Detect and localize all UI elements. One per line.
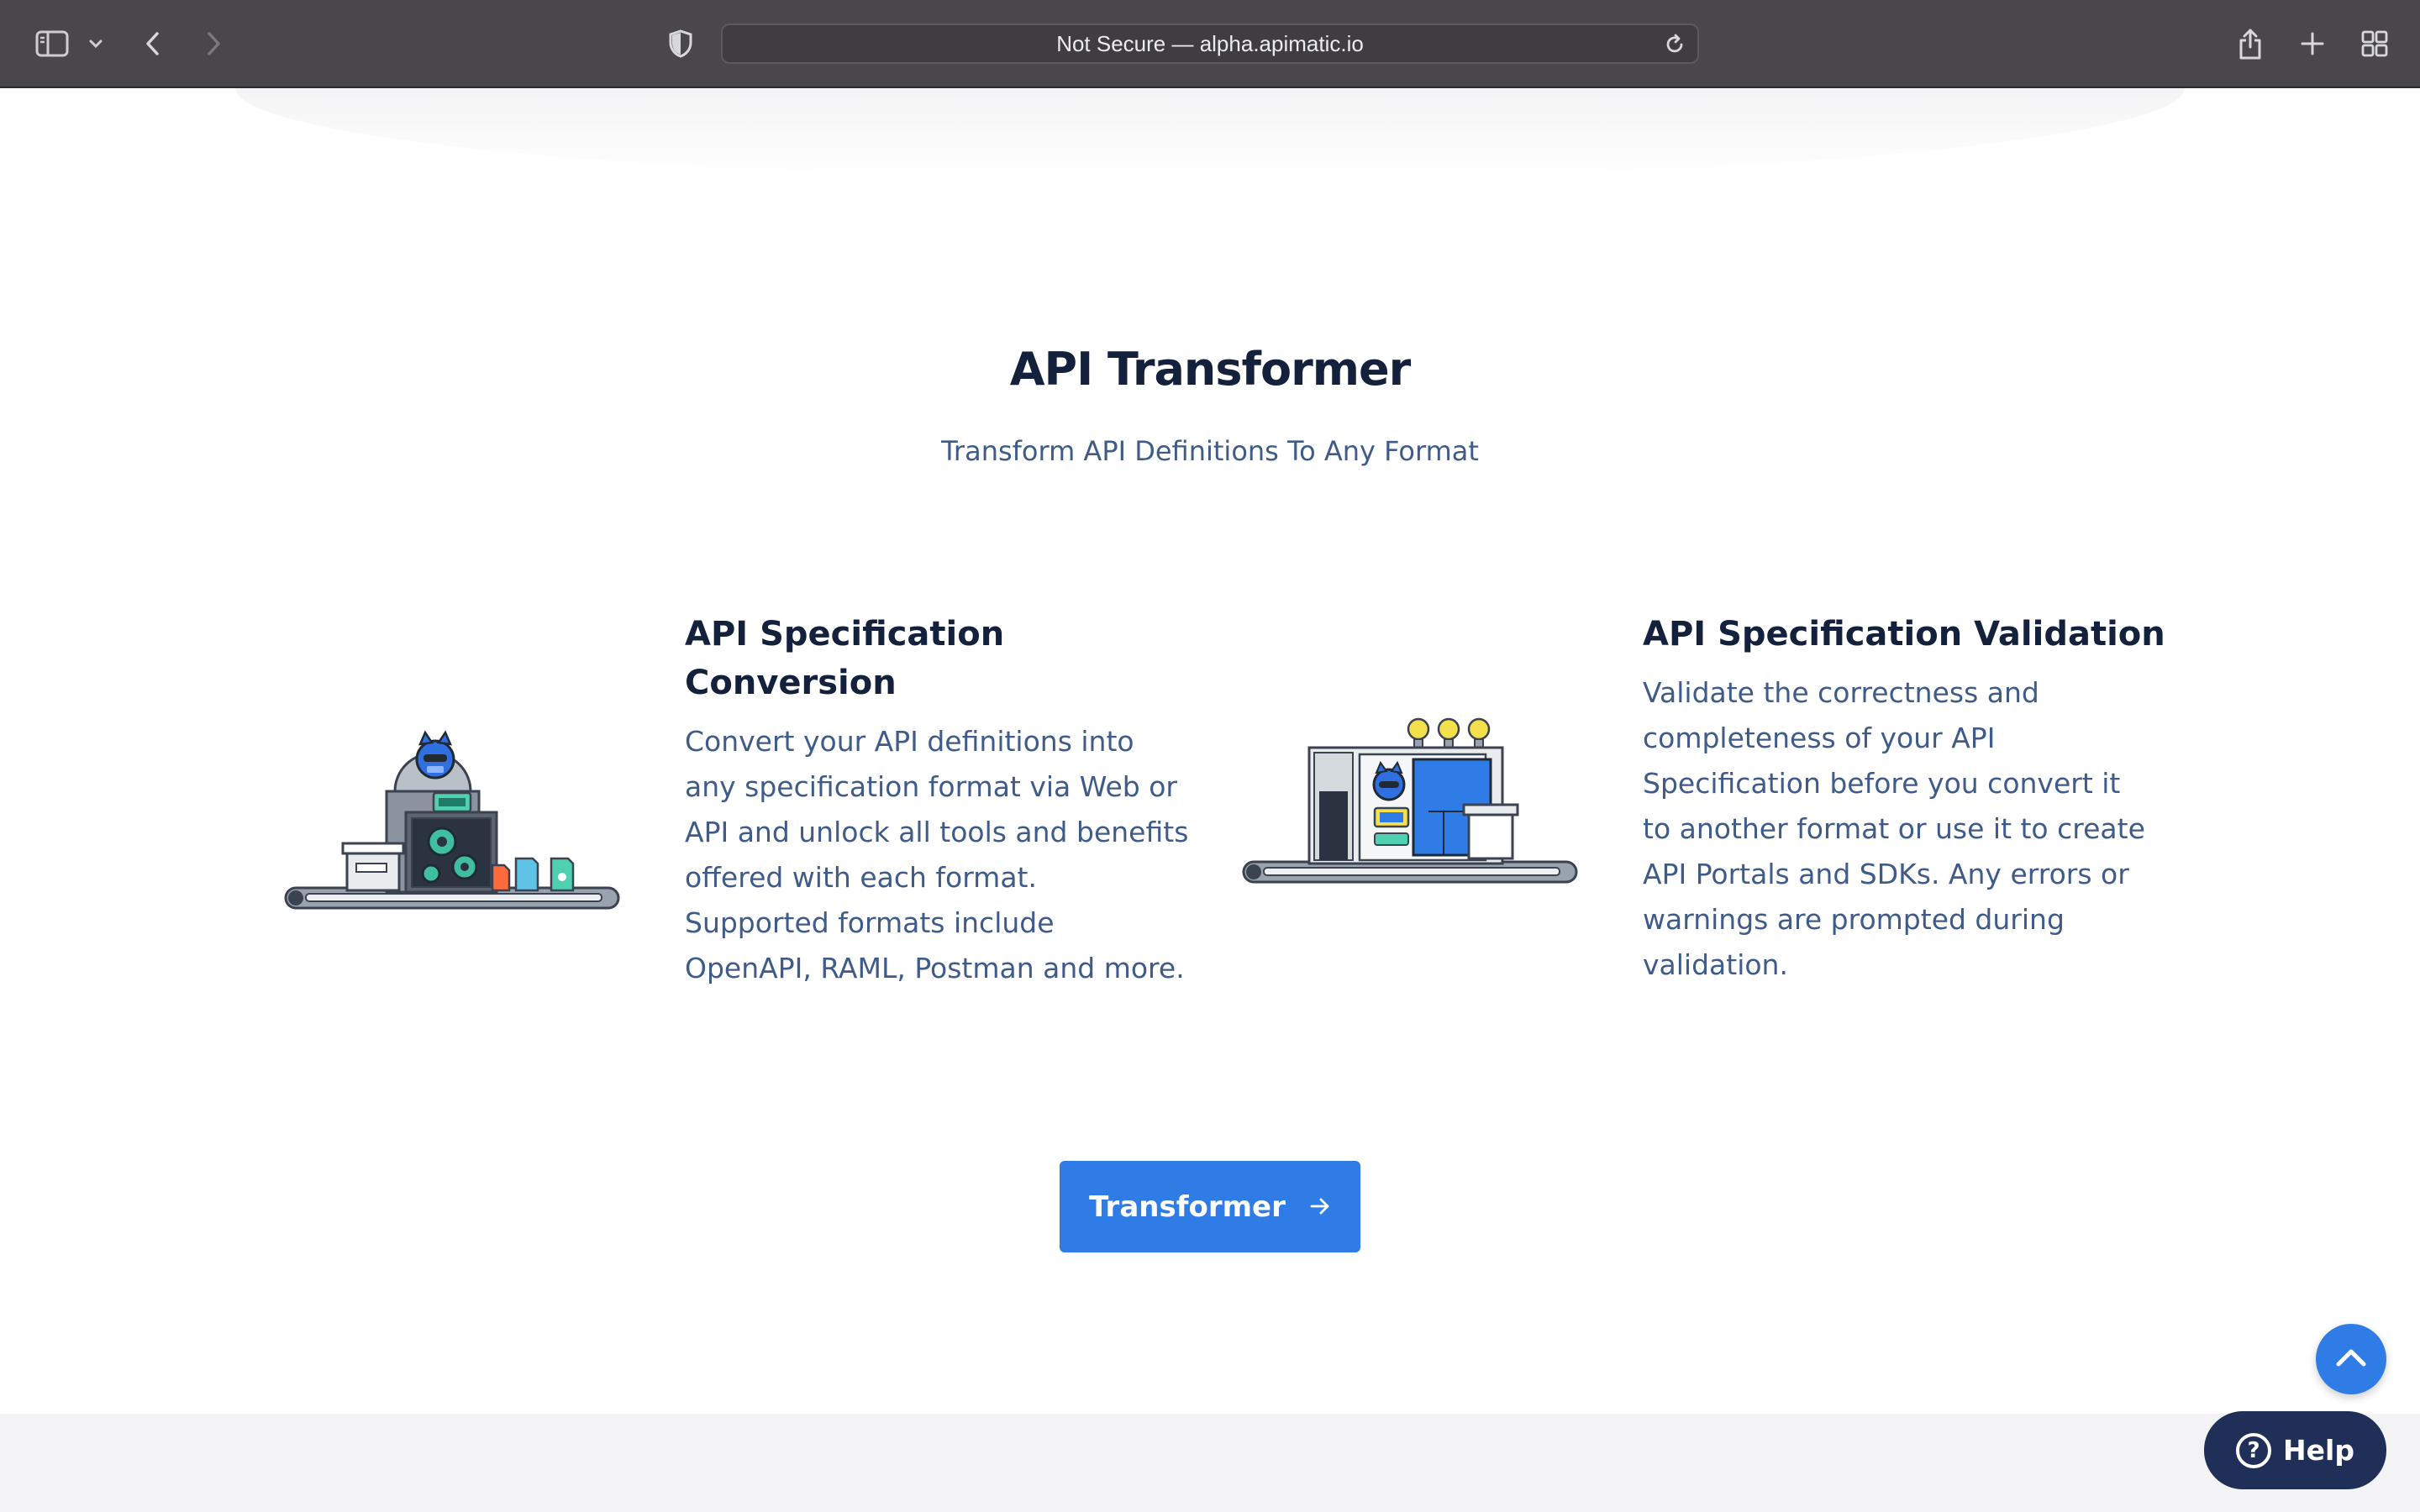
tab-grid-icon[interactable] (2358, 25, 2391, 62)
header-shadow (235, 88, 2185, 181)
transformer-button-label: Transformer (1089, 1189, 1286, 1224)
page-title: API Transformer (1009, 343, 1412, 396)
scroll-to-top-button[interactable] (2316, 1324, 2386, 1394)
address-text: Not Secure — alpha.apimatic.io (1056, 30, 1364, 56)
reload-icon[interactable] (1664, 34, 1686, 61)
transformer-button[interactable]: Transformer (1060, 1161, 1360, 1252)
forward-icon[interactable] (197, 25, 230, 62)
footer-band (0, 1414, 2420, 1512)
validation-title: API Specification Validation (1643, 615, 2165, 654)
validation-description: Validate the correctness and completenes… (1643, 676, 2145, 981)
conversion-illustration (284, 724, 620, 921)
arrow-right-icon (1309, 1190, 1331, 1224)
conversion-title: API Specification Conversion (685, 610, 1105, 707)
share-icon[interactable] (2233, 24, 2267, 64)
chevron-up-icon (2334, 1347, 2368, 1373)
plus-icon[interactable] (2296, 25, 2329, 62)
shield-icon[interactable] (664, 25, 697, 62)
conversion-title-line1: API Specification (685, 615, 1005, 654)
chevron-down-icon[interactable] (84, 32, 108, 55)
back-icon[interactable] (136, 25, 170, 62)
sidebar-icon[interactable] (32, 25, 72, 62)
address-bar[interactable]: Not Secure — alpha.apimatic.io (721, 24, 1699, 64)
page-subtitle: Transform API Definitions To Any Format (941, 435, 1479, 467)
help-button[interactable]: ? Help (2204, 1411, 2386, 1489)
conversion-title-line2: Conversion (685, 664, 897, 702)
conversion-description: Convert your API definitions into any sp… (685, 725, 1189, 984)
browser-toolbar: Not Secure — alpha.apimatic.io (0, 0, 2420, 88)
help-label: Help (2283, 1434, 2354, 1467)
validation-illustration (1242, 711, 1578, 900)
question-icon: ? (2236, 1432, 2272, 1468)
